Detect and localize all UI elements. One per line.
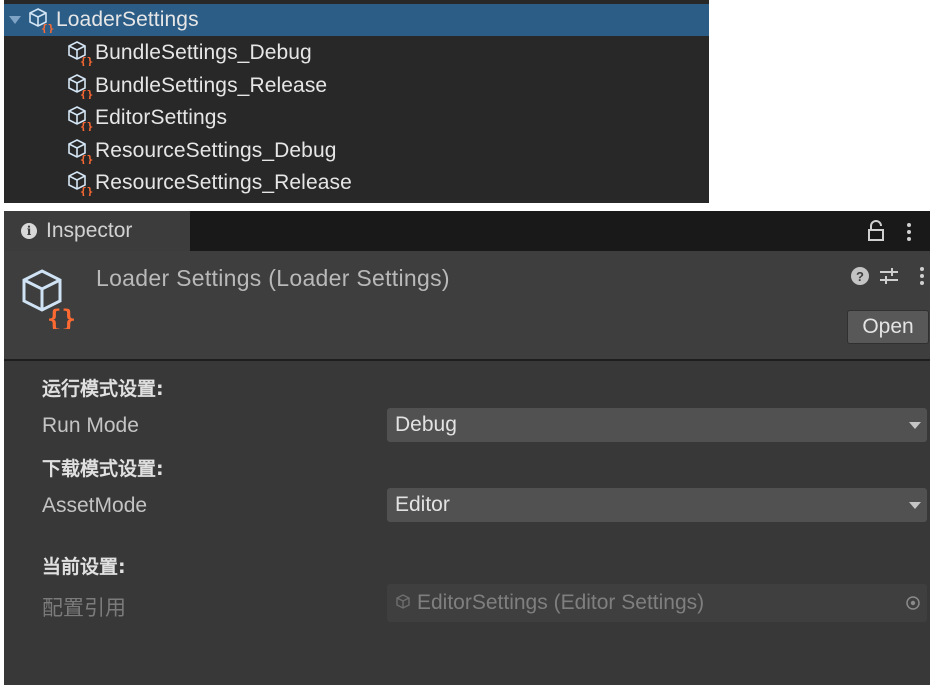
tree-item-label: ResourceSettings_Release (95, 171, 352, 194)
info-icon: i (21, 223, 37, 239)
tab-inspector[interactable]: i Inspector (4, 211, 190, 251)
help-icon[interactable]: ? (851, 267, 869, 285)
scriptable-object-icon: {} (28, 7, 54, 35)
scriptable-object-icon (395, 593, 415, 613)
dropdown-arrow-icon (909, 501, 921, 509)
tree-item-loadersettings[interactable]: {} LoaderSettings (4, 4, 709, 36)
more-options-icon[interactable] (919, 265, 925, 287)
current-settings-section-header: 当前设置: (42, 556, 126, 578)
inspector-panel: i Inspector {} Loader Settings (Loader S… (4, 211, 930, 685)
tree-item-label: ResourceSettings_Debug (95, 139, 337, 162)
lock-icon[interactable] (866, 219, 888, 243)
svg-text:{}: {} (41, 22, 54, 33)
project-tree-panel: {} LoaderSettings {} BundleSettings_Debu… (4, 0, 709, 203)
inspector-tab-bar: i Inspector (4, 211, 930, 251)
tree-item-label: LoaderSettings (56, 8, 199, 31)
config-ref-value: EditorSettings (Editor Settings) (417, 591, 705, 614)
tree-item-resourcesettings-release[interactable]: {} ResourceSettings_Release (4, 167, 709, 199)
scriptable-object-large-icon: {} (20, 265, 84, 333)
tree-item-label: BundleSettings_Debug (95, 41, 312, 64)
tab-label: Inspector (46, 219, 133, 242)
tree-item-bundlesettings-debug[interactable]: {} BundleSettings_Debug (4, 37, 709, 69)
run-mode-dropdown[interactable]: Debug (387, 408, 927, 442)
run-mode-label: Run Mode (42, 414, 139, 437)
presets-icon[interactable] (878, 266, 900, 286)
scriptable-object-icon: {} (67, 170, 93, 198)
svg-text:{}: {} (80, 120, 93, 131)
header-divider (4, 359, 930, 361)
scriptable-object-icon: {} (67, 105, 93, 133)
inspector-header: {} Loader Settings (Loader Settings) ? O… (4, 251, 930, 359)
config-ref-label: 配置引用 (42, 597, 126, 620)
asset-mode-value: Editor (395, 493, 450, 516)
tree-item-label: BundleSettings_Release (95, 74, 328, 97)
open-button[interactable]: Open (847, 310, 929, 344)
svg-text:{}: {} (80, 185, 93, 196)
tree-item-resourcesettings-debug[interactable]: {} ResourceSettings_Debug (4, 135, 709, 167)
svg-text:{}: {} (80, 55, 93, 66)
inspector-title: Loader Settings (Loader Settings) (96, 265, 450, 291)
scriptable-object-icon: {} (67, 73, 93, 101)
svg-text:{}: {} (80, 88, 93, 99)
asset-mode-label: AssetMode (42, 494, 148, 517)
tree-item-label: EditorSettings (95, 106, 228, 129)
asset-mode-dropdown[interactable]: Editor (387, 488, 927, 522)
fold-arrow-icon[interactable] (8, 13, 22, 27)
tree-item-bundlesettings-release[interactable]: {} BundleSettings_Release (4, 70, 709, 102)
tree-item-editorsettings[interactable]: {} EditorSettings (4, 102, 709, 134)
run-mode-value: Debug (395, 413, 457, 436)
config-ref-object-field[interactable]: EditorSettings (Editor Settings) (387, 584, 927, 622)
dropdown-arrow-icon (909, 421, 921, 429)
scriptable-object-icon: {} (67, 40, 93, 68)
svg-text:{}: {} (80, 153, 93, 164)
run-mode-section-header: 运行模式设置: (42, 378, 164, 400)
object-picker-icon[interactable] (905, 595, 921, 611)
download-mode-section-header: 下载模式设置: (42, 458, 164, 480)
more-options-icon[interactable] (906, 221, 912, 243)
svg-text:{}: {} (47, 305, 76, 329)
scriptable-object-icon: {} (67, 138, 93, 166)
